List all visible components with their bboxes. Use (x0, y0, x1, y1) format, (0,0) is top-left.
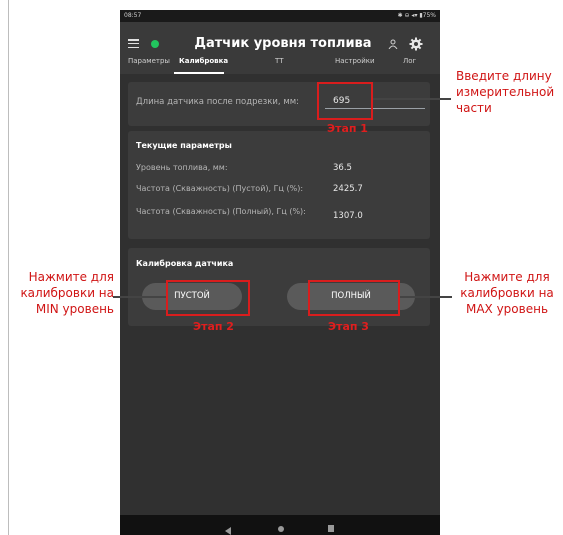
step2-label: Этап 2 (193, 320, 234, 333)
current-params-card: Текущие параметры Уровень топлива, мм: 3… (128, 131, 430, 239)
tab-settings[interactable]: Настройки (335, 57, 375, 65)
note-calibrate-max: Нажмите для калибровки на MAX уровень (460, 270, 554, 316)
home-nav-icon[interactable] (278, 526, 284, 532)
step2-leader-line (113, 296, 166, 298)
freq-empty-label: Частота (Скважность) (Пустой), Гц (%): (136, 184, 304, 193)
step1-highlight (317, 82, 373, 120)
menu-icon[interactable] (128, 39, 139, 49)
note-enter-length: Введите длину измерительной части (456, 69, 555, 115)
gear-icon[interactable] (409, 37, 423, 51)
status-bar: 08:57 ✱ ⊖ ◂▾ ▮75% (120, 10, 440, 22)
fuel-level-label: Уровень топлива, мм: (136, 163, 228, 172)
document-margin-line (8, 0, 9, 535)
tab-parameters[interactable]: Параметры (128, 57, 170, 65)
recent-apps-nav-icon[interactable] (328, 525, 334, 532)
user-icon[interactable] (388, 39, 398, 49)
connection-status-icon (151, 40, 159, 48)
tab-calibration[interactable]: Калибровка (179, 57, 228, 65)
step3-leader-line (400, 296, 452, 298)
status-time: 08:57 (124, 12, 142, 19)
tab-log[interactable]: Лог (403, 57, 416, 65)
tab-bar: Параметры Калибровка ТТ Настройки Лог (120, 54, 440, 74)
status-icons: ✱ ⊖ ◂▾ ▮75% (397, 12, 436, 19)
freq-empty-value: 2425.7 (333, 184, 363, 194)
freq-full-label: Частота (Скважность) (Полный), Гц (%): (136, 207, 306, 216)
tablet-screen: 08:57 ✱ ⊖ ◂▾ ▮75% Датчик уровня топлива … (120, 10, 440, 535)
step1-leader-line (373, 98, 451, 100)
current-params-title: Текущие параметры (136, 141, 232, 150)
step3-highlight (308, 280, 400, 316)
step1-label: Этап 1 (327, 122, 368, 135)
android-nav-bar (120, 515, 440, 535)
app-title: Датчик уровня топлива (194, 36, 372, 51)
sensor-length-label: Длина датчика после подрезки, мм: (136, 97, 300, 107)
note-calibrate-min: Нажмите для калибровки на MIN уровень (20, 270, 114, 316)
freq-full-value: 1307.0 (333, 211, 363, 221)
tab-tt[interactable]: ТТ (275, 57, 284, 65)
sensor-length-card: Длина датчика после подрезки, мм: 695 (128, 82, 430, 126)
calibration-title: Калибровка датчика (136, 259, 234, 268)
fuel-level-value: 36.5 (333, 163, 352, 173)
step2-highlight (166, 280, 250, 316)
back-nav-icon[interactable] (225, 527, 231, 535)
step3-label: Этап 3 (328, 320, 369, 333)
active-tab-indicator (174, 72, 224, 74)
